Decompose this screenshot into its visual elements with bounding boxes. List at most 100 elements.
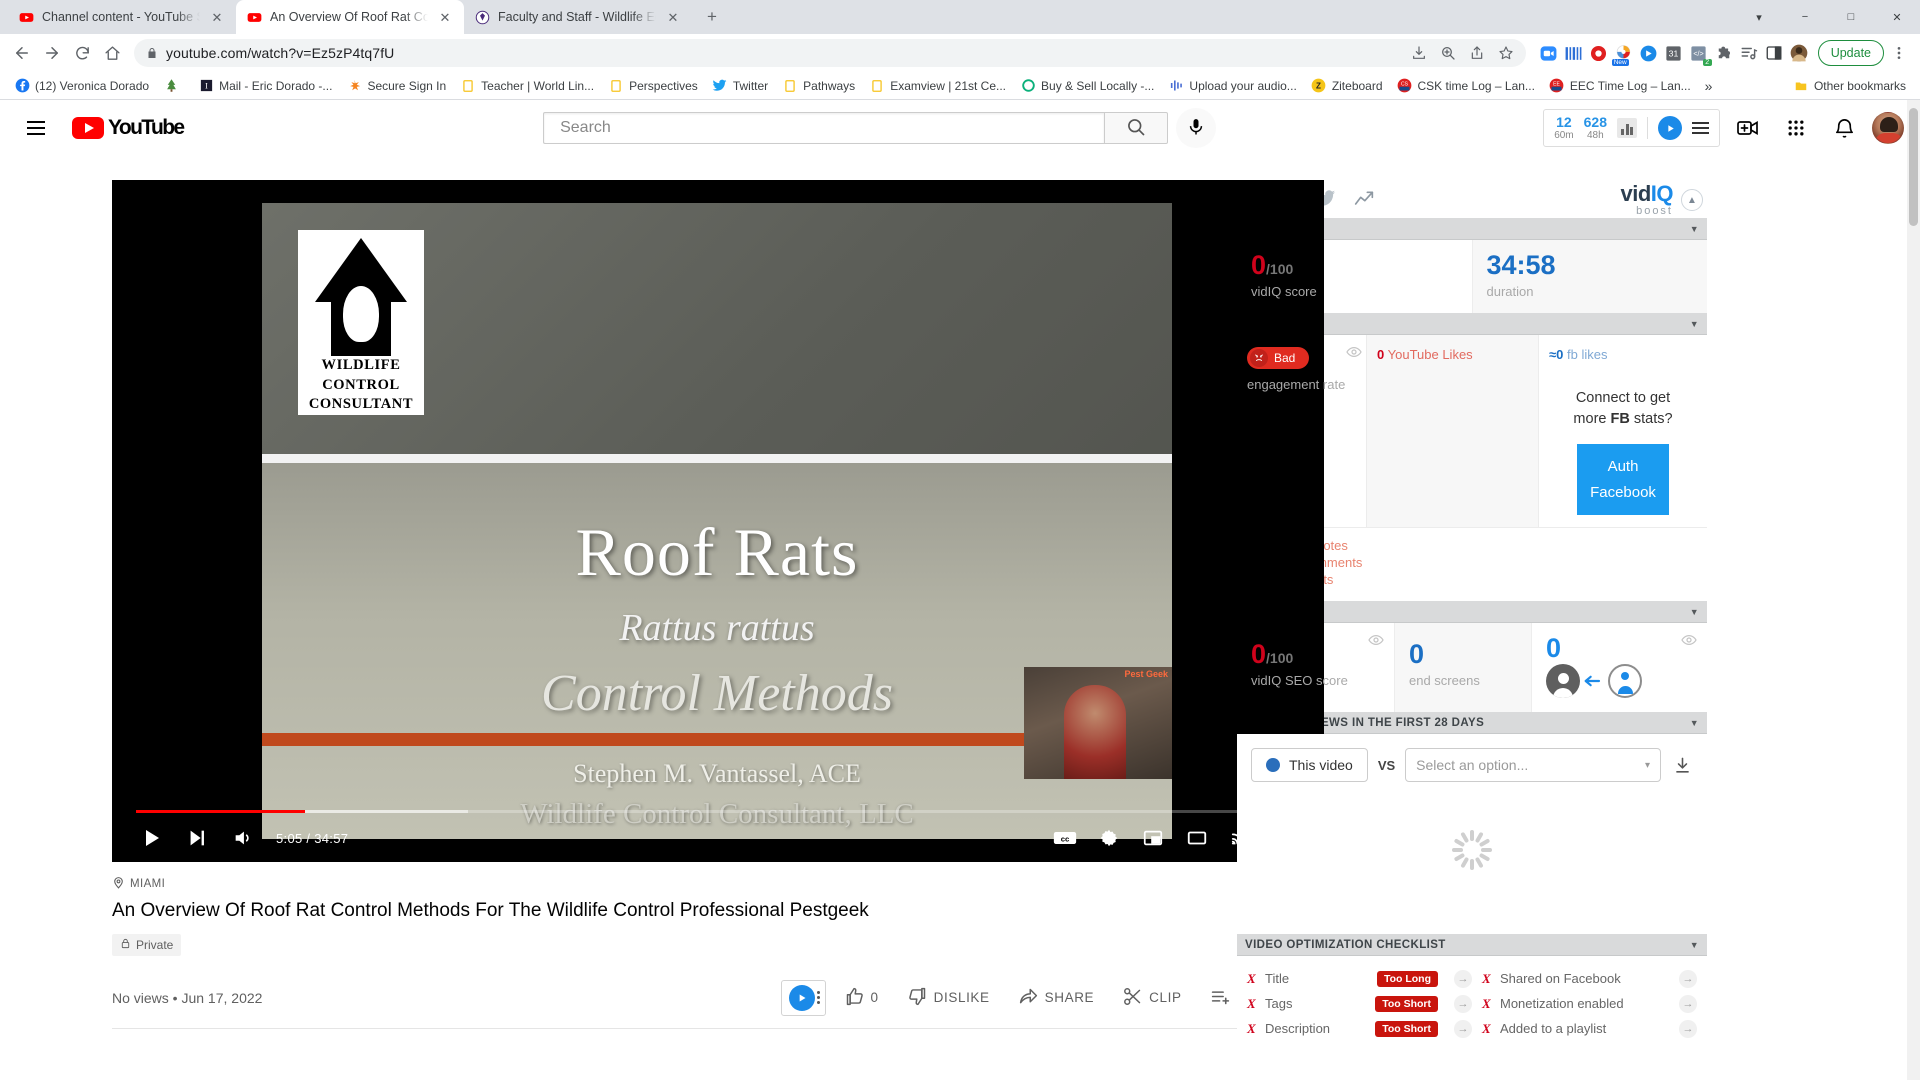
checklist-item-title[interactable]: X Title Too Long → — [1247, 966, 1472, 991]
page-scrollbar[interactable] — [1907, 100, 1920, 1080]
address-bar[interactable]: youtube.com/watch?v=Ez5zP4tq7fU — [134, 39, 1526, 67]
code-icon[interactable]: </> 2 — [1688, 42, 1712, 66]
vidiq-logo-icon[interactable] — [1658, 116, 1682, 140]
chevron-down-icon[interactable]: ▼ — [1690, 718, 1699, 728]
chevron-down-icon[interactable]: ▾ — [1645, 760, 1650, 771]
compare-select[interactable]: Select an option... ▾ — [1405, 748, 1661, 783]
arrow-right-icon[interactable]: → — [1679, 994, 1697, 1013]
like-button[interactable]: 0 — [834, 978, 889, 1018]
arrow-right-icon[interactable]: → — [1679, 1019, 1697, 1038]
dislike-button[interactable]: DISLIKE — [897, 978, 1000, 1018]
reload-icon[interactable] — [68, 39, 96, 67]
close-icon[interactable]: ✕ — [664, 8, 682, 26]
create-video-icon[interactable] — [1728, 108, 1768, 148]
theater-mode-icon[interactable] — [1176, 817, 1218, 859]
bookmark-item[interactable]: Buy & Sell Locally -... — [1014, 75, 1160, 97]
close-icon[interactable]: ✕ — [436, 8, 454, 26]
sidepanel-icon[interactable] — [1763, 42, 1785, 64]
bookmarks-overflow-button[interactable]: » — [1699, 75, 1719, 97]
zoom-icon[interactable] — [1434, 39, 1462, 67]
chevron-down-icon[interactable]: ▼ — [1690, 940, 1699, 950]
minimize-button[interactable]: − — [1782, 0, 1828, 34]
other-bookmarks-button[interactable]: Other bookmarks — [1787, 75, 1912, 97]
checklist-item-playlist[interactable]: X Added to a playlist → — [1472, 1016, 1697, 1041]
video-location[interactable]: MIAMI — [112, 876, 1324, 892]
bookmark-item[interactable]: Upload your audio... — [1162, 75, 1302, 97]
vidiq-icon[interactable] — [1638, 42, 1660, 64]
share-icon[interactable] — [1463, 39, 1491, 67]
eye-icon[interactable] — [1346, 344, 1362, 360]
clip-button[interactable]: CLIP — [1112, 978, 1191, 1018]
section-header-checklist[interactable]: VIDEO OPTIMIZATION CHECKLIST ▼ — [1237, 934, 1707, 957]
eye-icon[interactable] — [1368, 632, 1384, 648]
search-button[interactable] — [1104, 112, 1169, 144]
forward-icon[interactable] — [38, 39, 66, 67]
profile-icon[interactable] — [1788, 42, 1810, 64]
chevron-down-icon[interactable]: ▼ — [1690, 607, 1699, 617]
share-button[interactable]: SHARE — [1008, 978, 1105, 1018]
bookmark-star-icon[interactable] — [1492, 39, 1520, 67]
bookmark-item[interactable]: Secure Sign In — [340, 75, 452, 97]
checklist-item-monetization[interactable]: X Monetization enabled → — [1472, 991, 1697, 1016]
loom-new-icon[interactable]: New — [1611, 42, 1635, 66]
scrollbar-thumb[interactable] — [1909, 108, 1918, 226]
bar-chart-icon[interactable] — [1617, 118, 1637, 138]
checklist-item-shared-facebook[interactable]: X Shared on Facebook → — [1472, 966, 1697, 991]
checklist-item-description[interactable]: X Description Too Short → — [1247, 1016, 1472, 1041]
install-icon[interactable] — [1405, 39, 1433, 67]
settings-gear-icon[interactable] — [1088, 817, 1130, 859]
bookmark-item[interactable]: Perspectives — [602, 75, 704, 97]
bookmark-item[interactable]: Pathways — [776, 75, 861, 97]
grammarly-icon[interactable]: 31 — [1663, 42, 1685, 64]
bookmark-item[interactable]: CS CSK time Log – Lan... — [1391, 75, 1541, 97]
youtube-apps-icon[interactable] — [1776, 108, 1816, 148]
update-button[interactable]: Update — [1817, 40, 1884, 66]
back-icon[interactable] — [8, 39, 36, 67]
bookmark-item[interactable]: EE EEC Time Log – Lan... — [1543, 75, 1697, 97]
bookmark-item[interactable]: Twitter — [706, 75, 774, 97]
progress-track[interactable] — [136, 810, 1300, 813]
more-vertical-icon[interactable] — [816, 991, 820, 1005]
close-icon[interactable]: ✕ — [208, 8, 226, 26]
puzzle-extension-icon[interactable] — [1713, 42, 1735, 64]
search-input[interactable]: Search — [543, 112, 1105, 144]
youtube-logo[interactable]: YouTube — [72, 116, 185, 140]
volume-icon[interactable] — [222, 817, 264, 859]
vidiq-video-button[interactable] — [780, 979, 826, 1016]
bell-icon[interactable] — [1824, 108, 1864, 148]
kebab-menu-icon[interactable] — [1886, 39, 1912, 67]
new-tab-button[interactable]: + — [698, 3, 726, 31]
playlist-icon[interactable] — [1738, 42, 1760, 64]
bookmark-item[interactable]: Examview | 21st Ce... — [863, 75, 1012, 97]
nimbus-icon[interactable] — [1563, 42, 1585, 64]
close-window-button[interactable]: ✕ — [1874, 0, 1920, 34]
bookmark-item[interactable]: Teacher | World Lin... — [454, 75, 600, 97]
browser-tab-1[interactable]: An Overview Of Roof Rat Control ✕ — [236, 0, 464, 34]
next-video-icon[interactable] — [176, 817, 218, 859]
trending-icon[interactable] — [1354, 189, 1374, 212]
browser-tab-2[interactable]: Faculty and Staff - Wildlife Ecolog ✕ — [464, 0, 692, 34]
video-player[interactable]: WILDLIFE CONTROL CONSULTANT Roof Rats Ra… — [112, 180, 1324, 862]
closed-captions-icon[interactable]: cc — [1044, 817, 1086, 859]
maximize-button[interactable]: □ — [1828, 0, 1874, 34]
chevron-up-icon[interactable]: ▲ — [1681, 189, 1703, 211]
download-icon[interactable] — [1671, 756, 1693, 775]
record-icon[interactable] — [1588, 42, 1610, 64]
guide-menu-icon[interactable] — [16, 108, 56, 148]
miniplayer-icon[interactable] — [1132, 817, 1174, 859]
eye-icon[interactable] — [1681, 632, 1697, 648]
this-video-chip[interactable]: This video — [1251, 748, 1368, 783]
chevron-down-icon[interactable]: ▼ — [1690, 224, 1699, 234]
hamburger-menu-icon[interactable] — [1692, 122, 1709, 134]
arrow-right-icon[interactable]: → — [1454, 994, 1472, 1013]
arrow-right-icon[interactable]: → — [1454, 1019, 1472, 1038]
vidiq-stats-pill[interactable]: 12 60m 628 48h — [1543, 109, 1720, 147]
bookmark-item[interactable]: (12) Veronica Dorado — [8, 75, 155, 97]
arrow-right-icon[interactable]: → — [1454, 969, 1472, 988]
bookmark-item[interactable]: Z Ziteboard — [1305, 75, 1389, 97]
checklist-item-tags[interactable]: X Tags Too Short → — [1247, 991, 1472, 1016]
play-icon[interactable] — [130, 817, 172, 859]
home-icon[interactable] — [98, 39, 126, 67]
auth-facebook-button[interactable]: Auth Facebook — [1577, 444, 1669, 516]
bookmark-item[interactable] — [157, 75, 190, 97]
